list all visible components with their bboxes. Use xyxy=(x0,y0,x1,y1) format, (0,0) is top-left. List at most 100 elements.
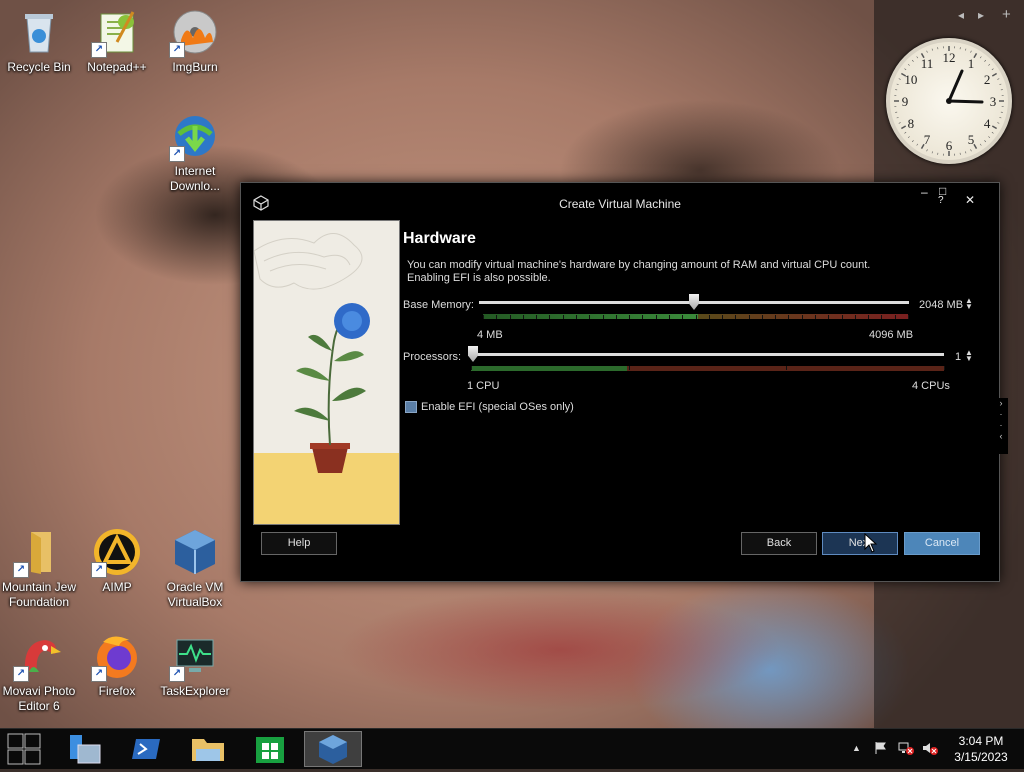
shortcut-arrow-icon: ↗ xyxy=(91,42,107,58)
network-error-icon[interactable] xyxy=(898,741,914,755)
clock-number: 10 xyxy=(904,72,917,87)
desktop-icon-label: Notepad++ xyxy=(87,60,146,74)
cancel-button[interactable]: Cancel xyxy=(904,532,980,555)
shortcut-arrow-icon: ↗ xyxy=(169,42,185,58)
volume-muted-icon[interactable] xyxy=(922,741,938,755)
clock-face-icon: 121234567891011 xyxy=(890,42,1008,160)
clock-tick xyxy=(997,79,999,80)
scale-tick xyxy=(669,315,670,319)
notepadpp-icon: ↗ xyxy=(93,8,141,56)
desktop-icon-internet-download-manager[interactable]: ↗ Internet Downlo... xyxy=(156,112,234,194)
desktop-icon-notepadpp[interactable]: ↗ Notepad++ xyxy=(78,8,156,75)
scale-tick xyxy=(709,315,710,319)
clock-tick xyxy=(908,64,909,65)
close-button[interactable]: ✕ xyxy=(965,193,975,207)
scale-tick xyxy=(855,315,856,319)
efi-checkbox[interactable] xyxy=(405,401,417,413)
help-icon[interactable]: ? xyxy=(938,195,944,206)
shortcut-arrow-icon: ↗ xyxy=(169,146,185,162)
scale-tick xyxy=(496,315,497,319)
base-memory-value[interactable]: 2048 MB xyxy=(919,299,963,311)
scale-tick xyxy=(629,315,630,319)
clock-tick xyxy=(897,117,899,118)
shortcut-arrow-icon: ↗ xyxy=(169,666,185,682)
scale-tick xyxy=(523,315,524,319)
clock-number: 3 xyxy=(990,94,997,109)
desktop-icon-aimp[interactable]: ↗ AIMP xyxy=(78,528,156,595)
taskbar-virtualbox[interactable] xyxy=(304,731,362,767)
shortcut-arrow-icon: ↗ xyxy=(91,666,107,682)
partial-window-edge: ›··‹ xyxy=(994,398,1008,454)
desktop-icon-mountain-jew-foundation[interactable]: ↗ Mountain Jew Foundation xyxy=(0,528,78,610)
action-center-flag-icon[interactable] xyxy=(874,741,888,755)
scale-tick xyxy=(868,315,869,319)
scale-tick xyxy=(815,315,816,319)
processors-max-label: 4 CPUs xyxy=(912,380,950,392)
taskbar-powershell[interactable] xyxy=(120,731,172,767)
minimize-button[interactable]: ‒ xyxy=(921,185,928,199)
clock-tick xyxy=(901,126,905,129)
processors-track[interactable] xyxy=(471,353,944,356)
desktop-icon-movavi[interactable]: ↗ Movavi Photo Editor 6 xyxy=(0,632,78,714)
taskbar-explorer[interactable] xyxy=(60,731,112,767)
clock-tick xyxy=(917,57,918,59)
scale-tick xyxy=(696,315,697,319)
clock-number: 6 xyxy=(946,138,953,153)
base-memory-label: Base Memory: xyxy=(403,299,474,311)
clock-tick xyxy=(997,123,999,124)
clock-tick xyxy=(974,144,977,148)
scale-tick xyxy=(616,315,617,319)
processors-value[interactable]: 1 xyxy=(955,351,961,363)
clock-tick xyxy=(988,136,989,137)
desktop-icon-taskexplorer[interactable]: ↗ TaskExplorer xyxy=(156,632,234,699)
gadget-prev-icon[interactable]: ◂ xyxy=(958,8,964,22)
clock-tick xyxy=(899,123,901,124)
help-button[interactable]: Help xyxy=(261,532,337,555)
desktop-icon-firefox[interactable]: ↗ Firefox xyxy=(78,632,156,699)
scale-tick xyxy=(536,315,537,319)
clock-tick xyxy=(984,60,985,61)
page-description: You can modify virtual machine's hardwar… xyxy=(407,259,907,285)
back-button[interactable]: Back xyxy=(741,532,817,555)
next-button[interactable]: Next xyxy=(822,532,898,555)
base-memory-thumb[interactable] xyxy=(689,294,699,310)
virtualbox-icon xyxy=(171,528,219,576)
processors-spin-icon[interactable]: ▲▼ xyxy=(965,350,973,362)
scale-tick xyxy=(944,366,945,370)
processors-thumb[interactable] xyxy=(468,346,478,362)
clock-tick xyxy=(974,53,977,57)
create-vm-dialog: Create Virtual Machine ‒ □ ? ✕ Hardware … xyxy=(240,182,1000,582)
scale-tick xyxy=(722,315,723,319)
base-memory-spin-icon[interactable]: ▲▼ xyxy=(965,298,973,310)
desktop-icon-recycle-bin[interactable]: Recycle Bin xyxy=(0,8,78,75)
scale-tick xyxy=(642,315,643,319)
clock-number: 8 xyxy=(908,116,915,131)
mouse-cursor-icon xyxy=(864,533,878,553)
taskbar-file-explorer[interactable] xyxy=(182,731,234,767)
gadget-add-icon[interactable]: + xyxy=(1002,6,1011,23)
desktop-icon-label: Movavi Photo Editor 6 xyxy=(1,684,77,714)
desktop-icon-virtualbox[interactable]: Oracle VM VirtualBox xyxy=(156,528,234,610)
desktop-icon-label: Internet Downlo... xyxy=(165,164,225,194)
clock-tick xyxy=(971,51,972,53)
gadget-next-icon[interactable]: ▸ xyxy=(978,8,984,22)
scale-tick xyxy=(762,315,763,319)
clock-number: 9 xyxy=(902,94,909,109)
desktop-icon-imgburn[interactable]: ↗ ImgBurn xyxy=(156,8,234,75)
clock-number: 2 xyxy=(984,72,991,87)
desktop-icon-label: AIMP xyxy=(102,580,131,594)
clock-gadget[interactable]: 121234567891011 xyxy=(886,38,1012,164)
processors-label: Processors: xyxy=(403,351,461,363)
wizard-illustration xyxy=(253,220,400,525)
virtualbox-taskbar-icon xyxy=(305,732,361,766)
taskbar-store[interactable] xyxy=(244,731,296,767)
start-button[interactable] xyxy=(4,731,56,767)
clock-tick xyxy=(917,144,918,146)
efi-checkbox-label[interactable]: Enable EFI (special OSes only) xyxy=(421,401,574,413)
shortcut-arrow-icon: ↗ xyxy=(91,562,107,578)
clock-tick xyxy=(965,151,966,153)
system-clock[interactable]: 3:04 PM 3/15/2023 xyxy=(948,733,1014,765)
cpu-safe-range xyxy=(471,366,627,371)
memory-safe-range xyxy=(483,314,698,319)
tray-overflow-icon[interactable]: ▲ xyxy=(852,743,861,753)
